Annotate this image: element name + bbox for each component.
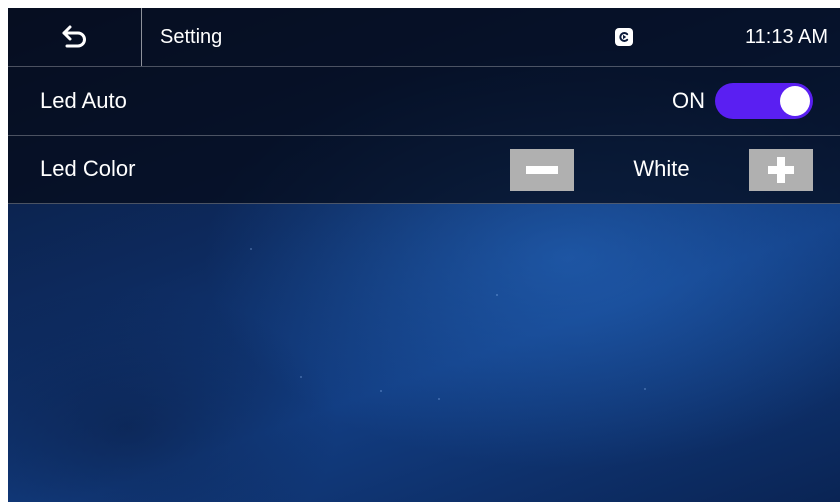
led-auto-toggle[interactable] bbox=[715, 83, 813, 119]
plus-icon bbox=[768, 157, 794, 183]
background-speck bbox=[380, 390, 382, 392]
led-auto-state-label: ON bbox=[672, 88, 705, 113]
back-arrow-icon bbox=[62, 25, 86, 48]
status-bar: Setting 11:13 AM bbox=[8, 8, 840, 67]
toggle-knob bbox=[780, 86, 810, 116]
led-auto-row: Led Auto ON bbox=[8, 67, 840, 136]
led-auto-label: Led Auto bbox=[40, 88, 127, 113]
led-color-increase-button[interactable] bbox=[749, 149, 813, 191]
background-speck bbox=[644, 388, 646, 390]
led-color-decrease-button[interactable] bbox=[510, 149, 574, 191]
led-color-value: White bbox=[633, 156, 690, 181]
background-speck bbox=[300, 376, 302, 378]
led-color-row: Led Color White bbox=[8, 135, 840, 204]
background-speck bbox=[496, 294, 498, 296]
settings-screen: Setting 11:13 AM Led Auto ON Led Color W… bbox=[8, 8, 840, 502]
screen-cast-icon bbox=[615, 28, 633, 46]
background-speck bbox=[438, 398, 440, 400]
background-speck bbox=[250, 248, 252, 250]
minus-icon bbox=[526, 166, 558, 174]
clock: 11:13 AM bbox=[745, 26, 829, 48]
led-color-label: Led Color bbox=[40, 156, 136, 181]
page-title: Setting bbox=[160, 26, 223, 48]
back-button[interactable] bbox=[8, 8, 142, 66]
